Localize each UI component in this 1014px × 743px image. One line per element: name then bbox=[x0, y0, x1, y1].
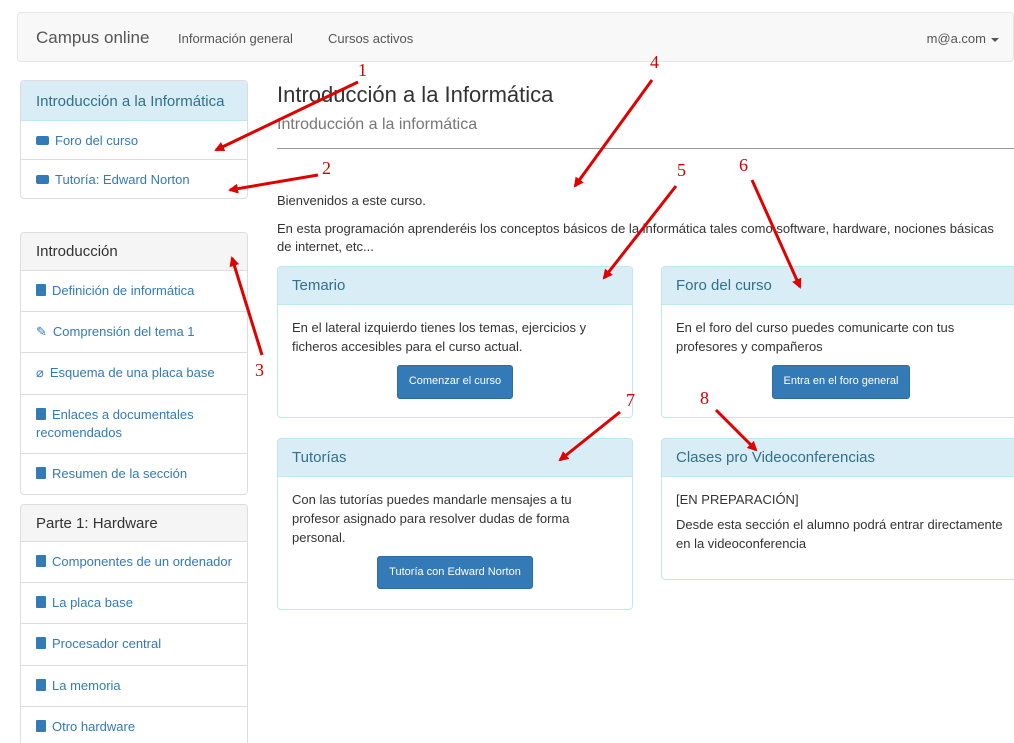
annotation-7: 7 bbox=[626, 390, 635, 410]
annotation-arrows bbox=[214, 79, 802, 462]
arrow-4 bbox=[573, 79, 654, 188]
annotation-8: 8 bbox=[700, 388, 709, 408]
annotation-6: 6 bbox=[739, 155, 748, 175]
arrow-3 bbox=[229, 256, 264, 356]
annotation-3: 3 bbox=[255, 360, 264, 380]
arrow-1 bbox=[214, 80, 359, 152]
arrow-5 bbox=[602, 185, 678, 280]
arrow-8 bbox=[714, 408, 758, 452]
annotation-4: 4 bbox=[650, 52, 659, 72]
arrow-7 bbox=[558, 410, 621, 462]
arrow-6 bbox=[750, 179, 802, 289]
arrow-2 bbox=[228, 173, 319, 194]
annotation-1: 1 bbox=[358, 60, 367, 80]
annotation-2: 2 bbox=[322, 158, 331, 178]
annotation-5: 5 bbox=[677, 160, 686, 180]
